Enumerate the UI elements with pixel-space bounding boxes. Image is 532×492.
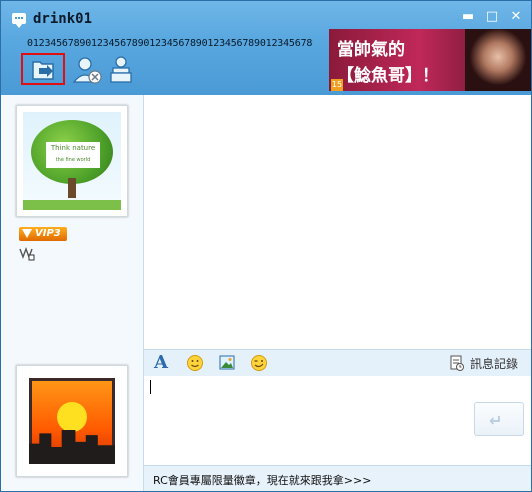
text-caret (150, 380, 151, 394)
block-user-icon (72, 57, 102, 84)
city-skyline (29, 430, 115, 464)
sun-shape (57, 402, 87, 432)
tree-trunk (68, 178, 76, 198)
close-button[interactable]: ✕ (507, 9, 525, 25)
wink-emoticon-icon[interactable] (250, 354, 268, 372)
compose-toolbar: A 訊息記錄 (144, 349, 531, 377)
message-history-label: 訊息記錄 (470, 357, 519, 371)
minimize-button[interactable]: ▬ (459, 9, 477, 25)
my-avatar-image (29, 378, 115, 464)
contact-sidebar: Think nature the fine world VIP3 (1, 95, 144, 491)
font-button[interactable]: A (154, 354, 172, 372)
grass (23, 200, 121, 210)
title-bar: drink01 ▬ □ ✕ 01234567890123456789012345… (1, 1, 531, 95)
vip-badge[interactable]: VIP3 (19, 227, 67, 241)
message-input[interactable]: ↵ (144, 376, 531, 465)
avatar-caption-subtitle: the fine world (55, 157, 91, 163)
promo-bar[interactable]: RC會員專屬限量徽章，現在就來跟我拿>>> (144, 465, 531, 491)
emoticon-icon[interactable] (186, 354, 204, 372)
contact-info-button[interactable] (106, 53, 140, 87)
ad-headline: 當帥氣的 (337, 40, 405, 60)
file-transfer-button[interactable] (21, 53, 65, 85)
my-avatar[interactable] (16, 365, 128, 477)
window-title: drink01 (33, 11, 93, 27)
avatar-caption-title: Think nature (50, 144, 96, 152)
contact-info-icon (110, 56, 132, 83)
ad-subheadline: 【鯰魚哥】！ (337, 66, 439, 86)
file-transfer-icon (32, 61, 54, 80)
promo-link[interactable]: RC會員專屬限量徽章，現在就來跟我拿>>> (153, 472, 371, 488)
contact-avatar[interactable]: Think nature the fine world (16, 105, 128, 217)
chat-window: drink01 ▬ □ ✕ 01234567890123456789012345… (0, 0, 532, 492)
ad-portrait (465, 29, 531, 91)
banner-ad[interactable]: 當帥氣的 【鯰魚哥】！ 15 (329, 29, 531, 91)
ad-rating-badge: 15 (331, 79, 343, 91)
chat-bubble-icon (12, 13, 26, 28)
message-history-button[interactable]: 訊息記錄 (446, 355, 518, 372)
status-message: 0123456789012345678901234567890123456789… (27, 38, 313, 49)
member-status-icon (19, 247, 35, 261)
avatar-caption: Think nature the fine world (46, 142, 100, 168)
send-button[interactable]: ↵ (474, 402, 524, 436)
message-history-pane[interactable] (144, 95, 531, 349)
maximize-button[interactable]: □ (483, 9, 501, 25)
send-image-icon[interactable] (218, 354, 236, 372)
block-user-button[interactable] (71, 53, 105, 87)
avatar-image: Think nature the fine world (23, 112, 121, 210)
send-icon: ↵ (489, 411, 503, 430)
